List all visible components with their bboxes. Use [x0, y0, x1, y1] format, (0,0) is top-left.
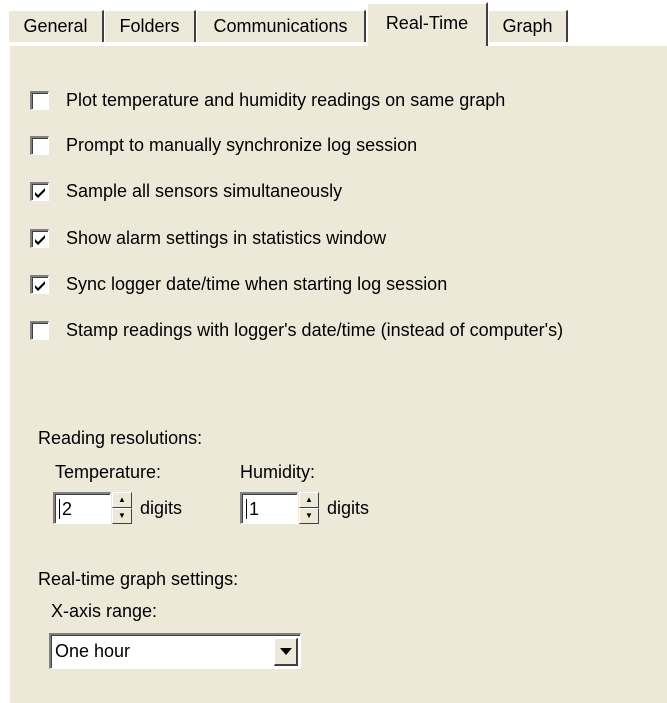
checkmark-icon	[35, 187, 45, 198]
chevron-down-icon[interactable]	[274, 637, 298, 666]
reading-resolutions-heading: Reading resolutions:	[38, 428, 203, 448]
tab-real-time[interactable]: Real-Time	[366, 2, 488, 46]
checkmark-icon	[35, 234, 45, 245]
temperature-stepper: 2 ▲ ▼ digits	[53, 492, 182, 524]
checkbox-show-alarm[interactable]	[30, 228, 49, 248]
humidity-input[interactable]: 1	[240, 492, 298, 524]
humidity-label: Humidity:	[240, 462, 316, 482]
checkbox-prompt-sync[interactable]	[30, 135, 49, 155]
tab-strip: General Folders Communications Real-Time…	[0, 0, 667, 46]
tab-communications-label: Communications	[213, 16, 348, 36]
arrow-up-icon[interactable]: ▲	[112, 492, 132, 508]
checkbox-sample-all[interactable]	[30, 181, 49, 201]
option-plot-same-graph[interactable]: Plot temperature and humidity readings o…	[30, 88, 505, 112]
tab-folders-label: Folders	[119, 16, 180, 36]
option-label: Stamp readings with logger's date/time (…	[66, 319, 564, 340]
humidity-unit: digits	[327, 497, 370, 518]
temperature-value: 2	[62, 498, 73, 519]
checkbox-plot-same-graph[interactable]	[30, 90, 49, 110]
option-label: Plot temperature and humidity readings o…	[66, 89, 506, 110]
arrow-up-icon[interactable]: ▲	[299, 492, 319, 508]
option-label: Sample all sensors simultaneously	[66, 180, 343, 201]
option-stamp-readings[interactable]: Stamp readings with logger's date/time (…	[30, 318, 563, 342]
option-prompt-sync[interactable]: Prompt to manually synchronize log sessi…	[30, 133, 417, 157]
option-sync-logger[interactable]: Sync logger date/time when starting log …	[30, 272, 447, 296]
temperature-unit: digits	[140, 497, 183, 518]
option-label: Show alarm settings in statistics window	[66, 227, 387, 248]
tab-graph-label: Graph	[502, 16, 553, 36]
tab-graph[interactable]: Graph	[488, 10, 568, 42]
temperature-input[interactable]: 2	[53, 492, 111, 524]
humidity-value: 1	[249, 498, 260, 519]
tab-real-time-label: Real-Time	[385, 13, 469, 33]
checkmark-icon	[35, 280, 45, 291]
tab-communications[interactable]: Communications	[196, 10, 366, 42]
tab-general-label: General	[23, 16, 88, 36]
option-show-alarm[interactable]: Show alarm settings in statistics window	[30, 226, 386, 250]
xaxis-range-label: X-axis range:	[51, 601, 158, 621]
tab-folders[interactable]: Folders	[104, 10, 196, 42]
checkbox-sync-logger[interactable]	[30, 274, 49, 294]
option-sample-all[interactable]: Sample all sensors simultaneously	[30, 179, 342, 203]
temperature-label: Temperature:	[55, 462, 162, 482]
arrow-down-icon[interactable]: ▼	[299, 508, 319, 524]
option-label: Prompt to manually synchronize log sessi…	[66, 134, 418, 155]
option-label: Sync logger date/time when starting log …	[66, 273, 448, 294]
xaxis-range-value: One hour	[55, 641, 131, 661]
tab-general[interactable]: General	[8, 10, 104, 42]
arrow-down-icon[interactable]: ▼	[112, 508, 132, 524]
xaxis-range-select[interactable]: One hour	[49, 633, 301, 669]
graph-settings-heading: Real-time graph settings:	[38, 569, 239, 589]
humidity-stepper: 1 ▲ ▼ digits	[240, 492, 369, 524]
checkbox-stamp-readings[interactable]	[30, 320, 49, 340]
